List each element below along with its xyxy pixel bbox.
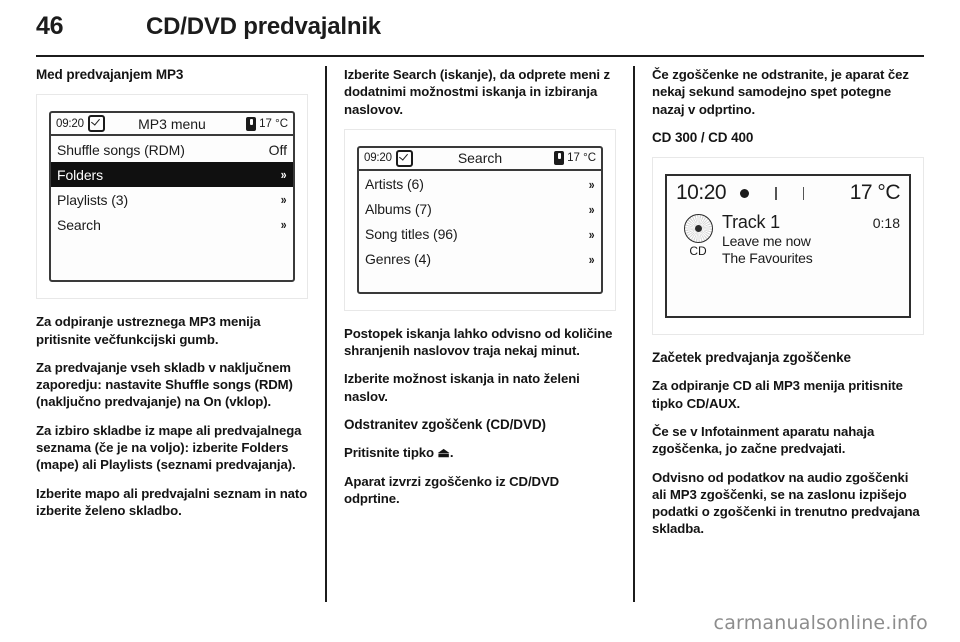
list-item[interactable]: Playlists (3) » <box>51 187 293 212</box>
temperature-label: 17 °C <box>259 117 288 130</box>
temperature-label: 17 °C <box>849 181 901 205</box>
cd-playback-body: CD Track 1 0:18 Leave me now The Favouri… <box>667 210 909 267</box>
cd-status-bar: 10:20 17 °C <box>667 176 909 210</box>
middle-section-heading: Odstranitev zgoščenk (CD/DVD) <box>344 416 546 432</box>
right-section-heading: CD 300 / CD 400 <box>652 129 754 145</box>
chevron-right-icon: » <box>588 251 595 267</box>
search-menu-list: Artists (6) » Albums (7) » Song titles (… <box>359 171 601 272</box>
temperature-label: 17 °C <box>567 152 596 165</box>
left-column: Med predvajanjem MP3 09:20 MP3 menu 17 °… <box>36 66 308 602</box>
right-paragraph-3: Odvisno od podatkov na audio zgoščenki a… <box>652 469 920 537</box>
track-label: Track 1 <box>722 212 780 233</box>
cd-disc-icon <box>683 214 713 244</box>
list-item[interactable]: Search » <box>51 212 293 237</box>
left-paragraph-4: Izberite mapo ali predvajalni seznam in … <box>36 485 308 518</box>
header-divider-rule <box>36 55 924 57</box>
cd-track-info: Track 1 0:18 Leave me now The Favourites <box>720 212 900 267</box>
middle-paragraph-4: Aparat izvrzi zgoščenko iz CD/DVD odprti… <box>344 473 560 506</box>
right-paragraph-2: Če se v Infotainment aparatu nahaja zgoš… <box>652 423 875 457</box>
artist-label: The Favourites <box>722 250 813 267</box>
cd-source-label: CD <box>689 244 707 259</box>
column-divider-2 <box>633 66 635 602</box>
list-item-value: Off <box>268 141 287 158</box>
list-item[interactable]: Genres (4) » <box>359 247 601 272</box>
left-paragraph-2: Za predvajanje vseh skladb v naključnem … <box>36 359 293 410</box>
mp3-menu-screen: 09:20 MP3 menu 17 °C Shuffle songs (RDM)… <box>49 111 295 283</box>
list-item[interactable]: Albums (7) » <box>359 197 601 222</box>
list-item-label: Song titles (96) <box>365 226 458 243</box>
clock-check-icon <box>395 149 413 167</box>
clock-label: 10:20 <box>676 181 727 205</box>
list-item-label: Genres (4) <box>365 251 431 268</box>
list-item[interactable]: Song titles (96) » <box>359 222 601 247</box>
lcd-status-bar: 09:20 MP3 menu 17 °C <box>51 113 293 137</box>
left-section-heading: Med predvajanjem MP3 <box>36 67 184 82</box>
cd-track-row: Track 1 0:18 <box>722 212 900 233</box>
divider-tick <box>775 186 777 200</box>
page-number: 46 <box>36 12 64 40</box>
list-item-label: Playlists (3) <box>57 191 129 208</box>
cd-source-indicator: CD <box>676 212 720 267</box>
watermark: carmanualsonline.info <box>713 612 928 634</box>
search-menu-screen: 09:20 Search 17 °C Artists (6) » Albums … <box>357 145 603 294</box>
middle-intro-paragraph: Izberite Search (iskanje), da odprete me… <box>344 67 611 117</box>
chevron-right-icon: » <box>280 217 287 233</box>
right-section-heading-2: Začetek predvajanja zgoščenke <box>652 350 851 366</box>
content-columns: Med predvajanjem MP3 09:20 MP3 menu 17 °… <box>36 66 924 602</box>
song-title-label: Leave me now <box>722 233 811 250</box>
clock-label: 09:20 <box>364 152 392 165</box>
column-divider-1 <box>325 66 327 602</box>
right-intro-paragraph: Če zgoščenke ne odstranite, je aparat če… <box>652 67 909 117</box>
thermometer-icon <box>554 151 565 166</box>
chevron-right-icon: » <box>280 192 287 208</box>
clock-check-icon <box>87 115 105 133</box>
elapsed-time-label: 0:18 <box>872 215 900 232</box>
middle-paragraph-1: Postopek iskanja lahko odvisno od količi… <box>344 325 613 359</box>
disc-dot-icon <box>740 188 750 198</box>
middle-column: Izberite Search (iskanje), da odprete me… <box>344 66 616 602</box>
figure-search-menu: 09:20 Search 17 °C Artists (6) » Albums … <box>344 128 616 311</box>
list-item[interactable]: Shuffle songs (RDM) Off <box>51 137 293 162</box>
chapter-title: CD/DVD predvajalnik <box>146 13 381 40</box>
list-item[interactable]: Artists (6) » <box>359 172 601 197</box>
list-item-label: Albums (7) <box>365 201 432 218</box>
temperature-group: 17 °C <box>246 116 288 131</box>
chevron-right-icon: » <box>280 167 287 183</box>
figure-cd-playback: 10:20 17 °C CD Track 1 0:18 Leave me now… <box>652 157 924 336</box>
list-item[interactable]: Folders » <box>51 162 293 188</box>
temperature-group: 17 °C <box>554 151 596 166</box>
list-item-label: Folders <box>57 166 103 183</box>
divider-tick <box>802 186 805 200</box>
chevron-right-icon: » <box>588 201 595 217</box>
right-paragraph-1: Za odpiranje CD ali MP3 menija pritisnit… <box>652 378 903 411</box>
lcd-status-bar: 09:20 Search 17 °C <box>359 148 601 171</box>
left-paragraph-3: Za izbiro skladbe iz mape ali predvajaln… <box>36 422 302 473</box>
middle-paragraph-3: Pritisnite tipko ⏏. <box>344 445 454 461</box>
middle-paragraph-2: Izberite možnost iskanja in nato želeni … <box>344 371 580 404</box>
mp3-menu-list: Shuffle songs (RDM) Off Folders » Playli… <box>51 136 293 237</box>
thermometer-icon <box>246 116 257 131</box>
page-header: 46 CD/DVD predvajalnik <box>36 12 924 46</box>
list-item-label: Search <box>57 216 101 233</box>
clock-label: 09:20 <box>56 117 84 130</box>
chevron-right-icon: » <box>588 226 595 242</box>
list-item-label: Artists (6) <box>365 176 424 193</box>
chevron-right-icon: » <box>588 176 595 192</box>
right-column: Če zgoščenke ne odstranite, je aparat če… <box>652 66 924 602</box>
figure-mp3-menu: 09:20 MP3 menu 17 °C Shuffle songs (RDM)… <box>36 94 308 300</box>
cd-playback-screen: 10:20 17 °C CD Track 1 0:18 Leave me now… <box>665 174 911 319</box>
left-paragraph-1: Za odpiranje ustreznega MP3 menija priti… <box>36 314 261 347</box>
list-item-label: Shuffle songs (RDM) <box>57 141 185 158</box>
